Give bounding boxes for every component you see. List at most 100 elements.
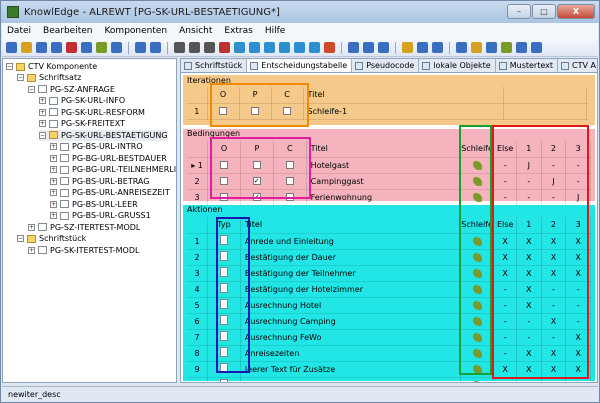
rule-cell[interactable]: -: [565, 281, 591, 298]
schleife-cell[interactable]: [460, 377, 495, 382]
rule-cell[interactable]: X: [565, 361, 591, 378]
else-cell[interactable]: X: [493, 265, 517, 282]
table-row[interactable]: 3 Bestätigung der Teilnehmer X X X X: [187, 265, 591, 282]
tree-item[interactable]: + PG-SK-ITERTEST-MODL: [28, 245, 139, 256]
tree-item[interactable]: + PG-SK-URL-INFO: [39, 95, 125, 106]
schleife-cell[interactable]: [460, 329, 495, 346]
delete-icon[interactable]: [66, 42, 77, 53]
tree-item[interactable]: + PG-BG-URL-TEILNEHMERLISTE: [50, 164, 176, 175]
expand-icon[interactable]: +: [50, 212, 57, 219]
layout-icon[interactable]: [417, 42, 428, 53]
else-cell[interactable]: X: [493, 361, 517, 378]
opc-cell[interactable]: [273, 157, 307, 174]
tree-item[interactable]: + PG-BS-URL-GRUSS1: [50, 210, 151, 221]
up-icon[interactable]: [249, 42, 260, 53]
rule-cell[interactable]: X: [541, 361, 567, 378]
expand-icon[interactable]: +: [28, 223, 35, 231]
rule-cell[interactable]: X: [565, 233, 591, 250]
opc-cell[interactable]: [273, 173, 307, 190]
new-icon[interactable]: [6, 42, 17, 53]
rule-cell[interactable]: X: [516, 281, 542, 298]
schleife-cell[interactable]: [460, 157, 495, 174]
nav-back-icon[interactable]: [363, 42, 374, 53]
opc-cell[interactable]: [207, 173, 241, 190]
close-button[interactable]: X: [557, 4, 595, 19]
redo-icon[interactable]: [189, 42, 200, 53]
else-cell[interactable]: X: [493, 377, 517, 382]
checkbox[interactable]: ✓: [252, 177, 261, 185]
tab-schriftstueck[interactable]: Schriftstück: [181, 59, 248, 72]
expand-icon[interactable]: +: [50, 166, 57, 173]
schleife-cell[interactable]: [460, 313, 495, 330]
rule-cell[interactable]: -: [516, 189, 542, 206]
copy-icon[interactable]: [111, 42, 122, 53]
title-cell[interactable]: Bestätigung der Dauer: [240, 249, 461, 266]
rule-cell[interactable]: J: [541, 173, 567, 190]
table-row[interactable]: 3 ✓ Ferienwohnung - - - J: [187, 189, 591, 206]
collapse-icon[interactable]: −: [39, 131, 46, 139]
else-cell[interactable]: -: [493, 313, 517, 330]
schleife-cell[interactable]: [460, 281, 495, 298]
table-row[interactable]: ▸ 1 Hotelgast - J - -: [187, 157, 591, 174]
title-cell[interactable]: leerer Text für Zusätze: [240, 361, 461, 378]
collapse-icon[interactable]: −: [17, 74, 24, 81]
tab-lokale-objekte[interactable]: lokale Objekte: [419, 59, 496, 72]
expand-icon[interactable]: +: [50, 189, 57, 196]
save-icon[interactable]: [36, 42, 47, 53]
schleife-cell[interactable]: [460, 345, 495, 362]
expand-icon[interactable]: +: [39, 108, 46, 116]
collapse-icon[interactable]: −: [17, 235, 24, 242]
typ-cell[interactable]: [207, 281, 241, 298]
title-cell[interactable]: Hotelgast: [306, 157, 461, 174]
rule-cell[interactable]: X: [541, 313, 567, 330]
table-row[interactable]: 1 Schleife-1: [187, 103, 587, 120]
expand-icon[interactable]: +: [50, 143, 57, 150]
rule-cell[interactable]: J: [516, 157, 542, 174]
tree-item[interactable]: + PG-BS-URL-LEER: [50, 199, 138, 210]
opc-cell[interactable]: [239, 103, 272, 120]
component-tree[interactable]: − CTV Komponente − Schriftsatz − PG-SZ-ANFR…: [2, 58, 177, 383]
typ-cell[interactable]: [207, 329, 241, 346]
typ-cell[interactable]: [207, 249, 241, 266]
rule-cell[interactable]: -: [541, 157, 567, 174]
undo-icon[interactable]: [174, 42, 185, 53]
rule-cell[interactable]: -: [516, 329, 542, 346]
rule-cell[interactable]: -: [565, 157, 591, 174]
table-row[interactable]: 10GrussformelXXXX: [187, 377, 591, 382]
open-icon[interactable]: [21, 42, 32, 53]
rule-cell[interactable]: -: [516, 173, 542, 190]
checkbox[interactable]: [219, 161, 228, 169]
opc-cell[interactable]: [240, 157, 274, 174]
schleife-cell[interactable]: [460, 173, 495, 190]
tree-item[interactable]: + PG-SK-FREITEXT: [39, 118, 125, 129]
rule-cell[interactable]: X: [565, 329, 591, 346]
tree-item[interactable]: + PG-BS-URL-INTRO: [50, 141, 143, 152]
expand-icon[interactable]: +: [39, 97, 46, 104]
schleife-cell[interactable]: [460, 249, 495, 266]
folder-icon[interactable]: [471, 42, 482, 53]
tree-root[interactable]: − CTV Komponente: [6, 61, 97, 72]
tab-entscheidungstabelle[interactable]: Entscheidungstabelle: [247, 59, 353, 72]
title-cell[interactable]: Schleife-1: [303, 103, 504, 120]
table-row[interactable]: 8 Anreisezeiten - X X X: [187, 345, 591, 362]
else-cell[interactable]: X: [493, 233, 517, 250]
tab-ctv[interactable]: CTV A: [558, 59, 597, 72]
rule-cell[interactable]: X: [541, 345, 567, 362]
rule-cell[interactable]: X: [516, 297, 542, 314]
rule-cell[interactable]: X: [541, 265, 567, 282]
else-cell[interactable]: -: [493, 157, 517, 174]
collapse-icon[interactable]: −: [28, 85, 35, 93]
expand-icon[interactable]: +: [28, 246, 35, 254]
else-cell[interactable]: -: [493, 189, 517, 206]
plant-icon[interactable]: [501, 42, 512, 53]
menu-datei[interactable]: Datei: [7, 26, 31, 36]
checkbox[interactable]: [219, 193, 228, 201]
title-cell[interactable]: Grussformel: [240, 377, 461, 382]
tree-item[interactable]: − PG-SK-URL-BESTAETIGUNG: [39, 129, 168, 141]
rule-cell[interactable]: -: [541, 329, 567, 346]
checkbox[interactable]: [219, 177, 228, 185]
table-icon[interactable]: [402, 42, 413, 53]
title-cell[interactable]: Anrede und Einleitung: [240, 233, 461, 250]
title-cell[interactable]: Bestätigung der Teilnehmer: [240, 265, 461, 282]
clip-icon[interactable]: [516, 42, 527, 53]
